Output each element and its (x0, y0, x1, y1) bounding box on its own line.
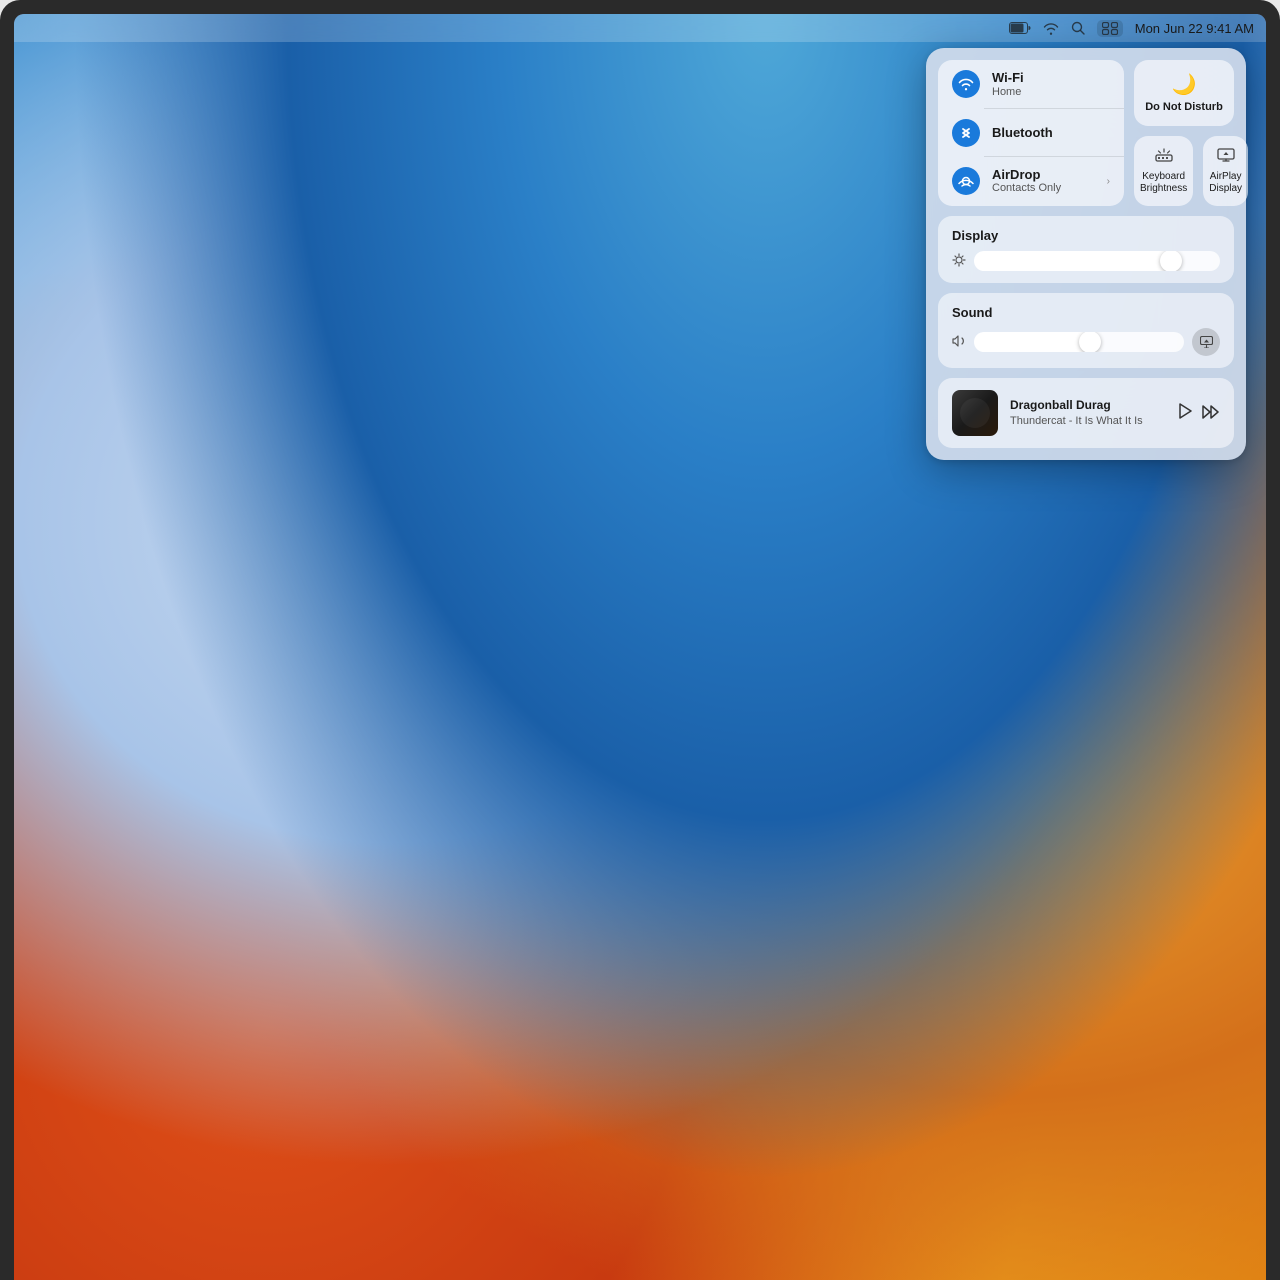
airdrop-icon (952, 167, 980, 195)
dnd-panel[interactable]: 🌙 Do Not Disturb (1134, 60, 1234, 126)
search-menubar-icon[interactable] (1071, 21, 1085, 35)
sound-airplay-button[interactable] (1192, 328, 1220, 356)
menubar: Mon Jun 22 9:41 AM (14, 14, 1266, 42)
connectivity-panel: Wi-Fi Home Bluetooth (938, 60, 1124, 206)
control-center-panel: Wi-Fi Home Bluetooth (926, 48, 1246, 460)
volume-icon (952, 335, 966, 350)
brightness-slider[interactable] (974, 251, 1220, 271)
volume-slider-container (952, 328, 1220, 356)
playback-controls (1178, 403, 1220, 424)
control-center-menubar-icon[interactable] (1097, 20, 1123, 37)
menubar-datetime: Mon Jun 22 9:41 AM (1135, 21, 1254, 36)
battery-icon[interactable] (1009, 22, 1031, 34)
menubar-right: Mon Jun 22 9:41 AM (1009, 20, 1254, 37)
keyboard-brightness-button[interactable]: Keyboard Brightness (1134, 136, 1193, 206)
airdrop-name: AirDrop (992, 167, 1095, 183)
brightness-slider-container (952, 251, 1220, 271)
now-playing-panel: Dragonball Durag Thundercat - It Is What… (938, 378, 1234, 448)
right-column: 🌙 Do Not Disturb (1134, 60, 1234, 206)
wifi-sub: Home (992, 86, 1110, 99)
wifi-icon (952, 70, 980, 98)
bluetooth-text: Bluetooth (992, 125, 1110, 141)
top-section: Wi-Fi Home Bluetooth (938, 60, 1234, 206)
album-art (952, 390, 998, 436)
sound-panel: Sound (938, 293, 1234, 368)
play-button[interactable] (1178, 403, 1192, 424)
bluetooth-icon (952, 119, 980, 147)
airdrop-item[interactable]: AirDrop Contacts Only › (938, 157, 1124, 206)
dnd-icon: 🌙 (1172, 72, 1197, 97)
volume-slider[interactable] (974, 332, 1184, 352)
bluetooth-name: Bluetooth (992, 125, 1110, 141)
keyboard-brightness-icon (1155, 148, 1173, 167)
keyboard-brightness-label: Keyboard Brightness (1140, 171, 1187, 195)
wifi-text: Wi-Fi Home (992, 70, 1110, 99)
small-buttons: Keyboard Brightness AirPlay Display (1134, 136, 1234, 206)
airdrop-text: AirDrop Contacts Only (992, 167, 1095, 196)
screen: Mon Jun 22 9:41 AM Wi-Fi (14, 14, 1266, 1280)
wifi-name: Wi-Fi (992, 70, 1110, 86)
wifi-menubar-icon[interactable] (1043, 22, 1059, 35)
song-info: Dragonball Durag Thundercat - It Is What… (1010, 398, 1166, 428)
bluetooth-item[interactable]: Bluetooth (938, 109, 1124, 157)
skip-button[interactable] (1202, 405, 1220, 422)
airdrop-chevron-icon: › (1107, 176, 1110, 187)
display-panel: Display (938, 216, 1234, 283)
wifi-item[interactable]: Wi-Fi Home (938, 60, 1124, 109)
brightness-icon (952, 253, 966, 270)
song-artist: Thundercat - It Is What It Is (1010, 414, 1166, 428)
display-title: Display (952, 228, 1220, 243)
song-title: Dragonball Durag (1010, 398, 1166, 414)
sound-title: Sound (952, 305, 1220, 320)
airplay-display-icon (1217, 148, 1235, 167)
airplay-display-label: AirPlay Display (1209, 171, 1242, 195)
airplay-display-button[interactable]: AirPlay Display (1203, 136, 1248, 206)
dnd-label: Do Not Disturb (1145, 101, 1223, 114)
airdrop-sub: Contacts Only (992, 182, 1095, 195)
